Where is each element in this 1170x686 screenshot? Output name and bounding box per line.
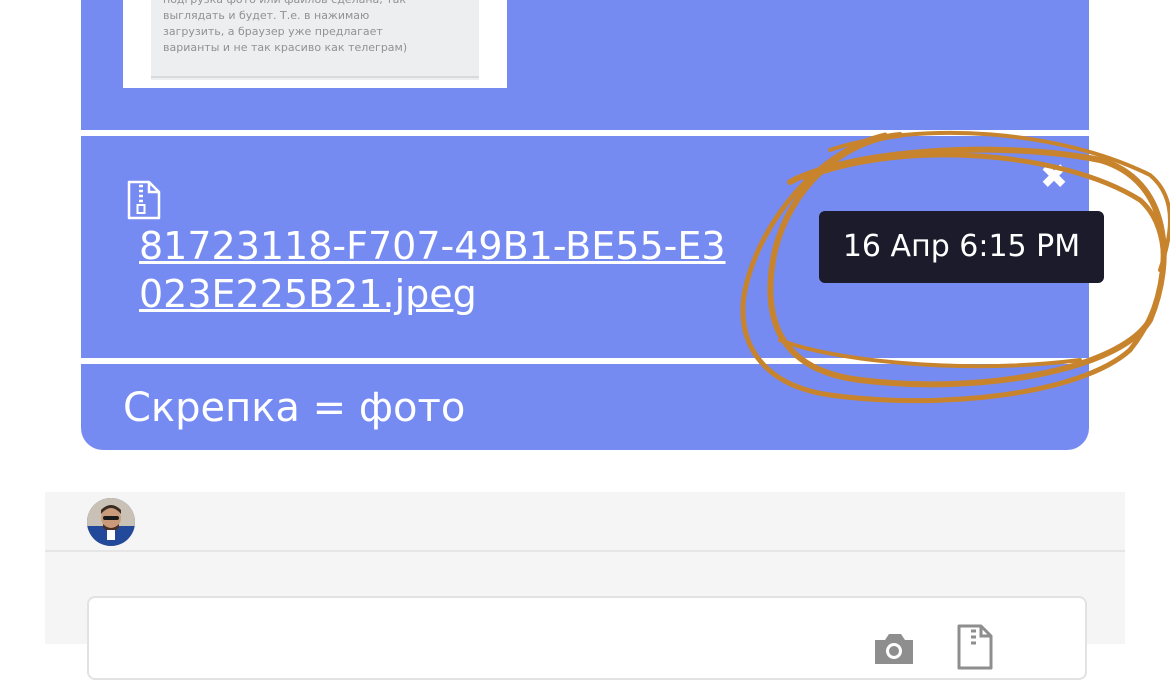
message-bubble-file: 81723118-F707-49B1-BE55-E3023E225B21.jpe… [81, 136, 1104, 358]
attach-file-icon[interactable] [955, 624, 995, 670]
thumbnail-divider [151, 76, 479, 78]
thumbnail-text-line: подгрузка фото или файлов сделана, так [163, 0, 467, 8]
avatar[interactable] [87, 498, 135, 546]
file-download-link[interactable]: 81723118-F707-49B1-BE55-E3023E225B21.jpe… [139, 222, 739, 318]
message-composer [87, 596, 1087, 686]
avatar-image [87, 498, 135, 546]
image-thumbnail[interactable]: подгрузка фото или файлов сделана, так в… [123, 0, 507, 88]
message-caption: Скрепка = фото [123, 385, 466, 431]
message-input[interactable] [115, 624, 839, 686]
close-icon[interactable]: ✖ [1039, 160, 1069, 194]
thumbnail-text-line: загрузить, а браузер уже предлагает [163, 25, 383, 38]
camera-icon[interactable] [871, 628, 917, 668]
author-bar [45, 492, 1125, 552]
composer-area [45, 552, 1125, 686]
thumbnail-text-line: варианты и не так красиво как телеграм) [163, 41, 408, 54]
thumbnail-content: подгрузка фото или файлов сделана, так в… [151, 0, 479, 80]
zip-file-icon [127, 180, 161, 220]
message-bubble-image: подгрузка фото или файлов сделана, так в… [81, 0, 1089, 130]
thumbnail-text-line: выглядать и будет. Т.е. в нажимаю [163, 9, 370, 22]
timestamp-tooltip: 16 Апр 6:15 PM [819, 211, 1104, 283]
message-bubble-caption: Скрепка = фото [81, 364, 1089, 450]
